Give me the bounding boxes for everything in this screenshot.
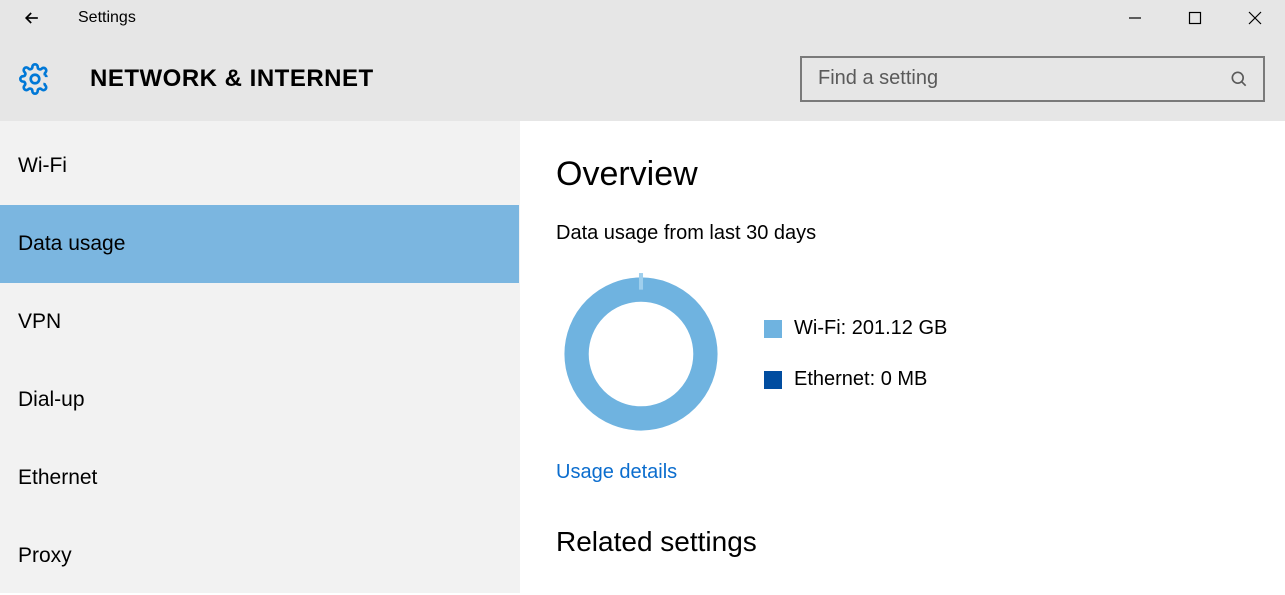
window-title: Settings (78, 9, 136, 27)
main-pane: Overview Data usage from last 30 days Wi… (520, 121, 1285, 593)
window-controls (1105, 0, 1285, 36)
search-input[interactable] (818, 67, 1229, 90)
gear-icon (16, 60, 54, 98)
sidebar-item-vpn[interactable]: VPN (0, 283, 519, 361)
close-icon (1248, 11, 1262, 25)
related-settings-heading: Related settings (556, 526, 1285, 558)
header: NETWORK & INTERNET (0, 36, 1285, 121)
sidebar-item-label: Ethernet (18, 466, 97, 490)
legend-ethernet-label: Ethernet: 0 MB (794, 368, 927, 391)
sidebar-item-label: Wi-Fi (18, 154, 67, 178)
sidebar-item-label: VPN (18, 310, 61, 334)
sidebar-item-label: Data usage (18, 232, 125, 256)
sidebar-item-proxy[interactable]: Proxy (0, 517, 519, 595)
sidebar-item-wifi[interactable]: Wi-Fi (0, 127, 519, 205)
sidebar-item-label: Proxy (18, 544, 72, 568)
category-title: NETWORK & INTERNET (90, 65, 374, 93)
legend-ethernet: Ethernet: 0 MB (764, 368, 947, 391)
titlebar: Settings (0, 0, 1285, 36)
sidebar-item-label: Dial-up (18, 388, 85, 412)
back-button[interactable] (14, 0, 50, 36)
search-icon (1229, 69, 1249, 89)
body: Wi-Fi Data usage VPN Dial-up Ethernet Pr… (0, 121, 1285, 593)
maximize-button[interactable] (1165, 0, 1225, 36)
search-box[interactable] (800, 56, 1265, 102)
maximize-icon (1188, 11, 1202, 25)
legend: Wi-Fi: 201.12 GB Ethernet: 0 MB (764, 317, 947, 391)
sidebar-item-ethernet[interactable]: Ethernet (0, 439, 519, 517)
sidebar: Wi-Fi Data usage VPN Dial-up Ethernet Pr… (0, 121, 520, 593)
back-arrow-icon (22, 8, 42, 28)
swatch-ethernet (764, 371, 782, 389)
legend-wifi: Wi-Fi: 201.12 GB (764, 317, 947, 340)
data-usage-subtext: Data usage from last 30 days (556, 222, 1285, 245)
usage-details-link[interactable]: Usage details (556, 461, 677, 484)
data-usage-donut (556, 269, 726, 439)
minimize-icon (1128, 11, 1142, 25)
minimize-button[interactable] (1105, 0, 1165, 36)
legend-wifi-label: Wi-Fi: 201.12 GB (794, 317, 947, 340)
chart-row: Wi-Fi: 201.12 GB Ethernet: 0 MB (556, 269, 1285, 439)
overview-heading: Overview (556, 155, 1285, 194)
swatch-wifi (764, 320, 782, 338)
close-button[interactable] (1225, 0, 1285, 36)
sidebar-item-data-usage[interactable]: Data usage (0, 205, 519, 283)
sidebar-item-dialup[interactable]: Dial-up (0, 361, 519, 439)
